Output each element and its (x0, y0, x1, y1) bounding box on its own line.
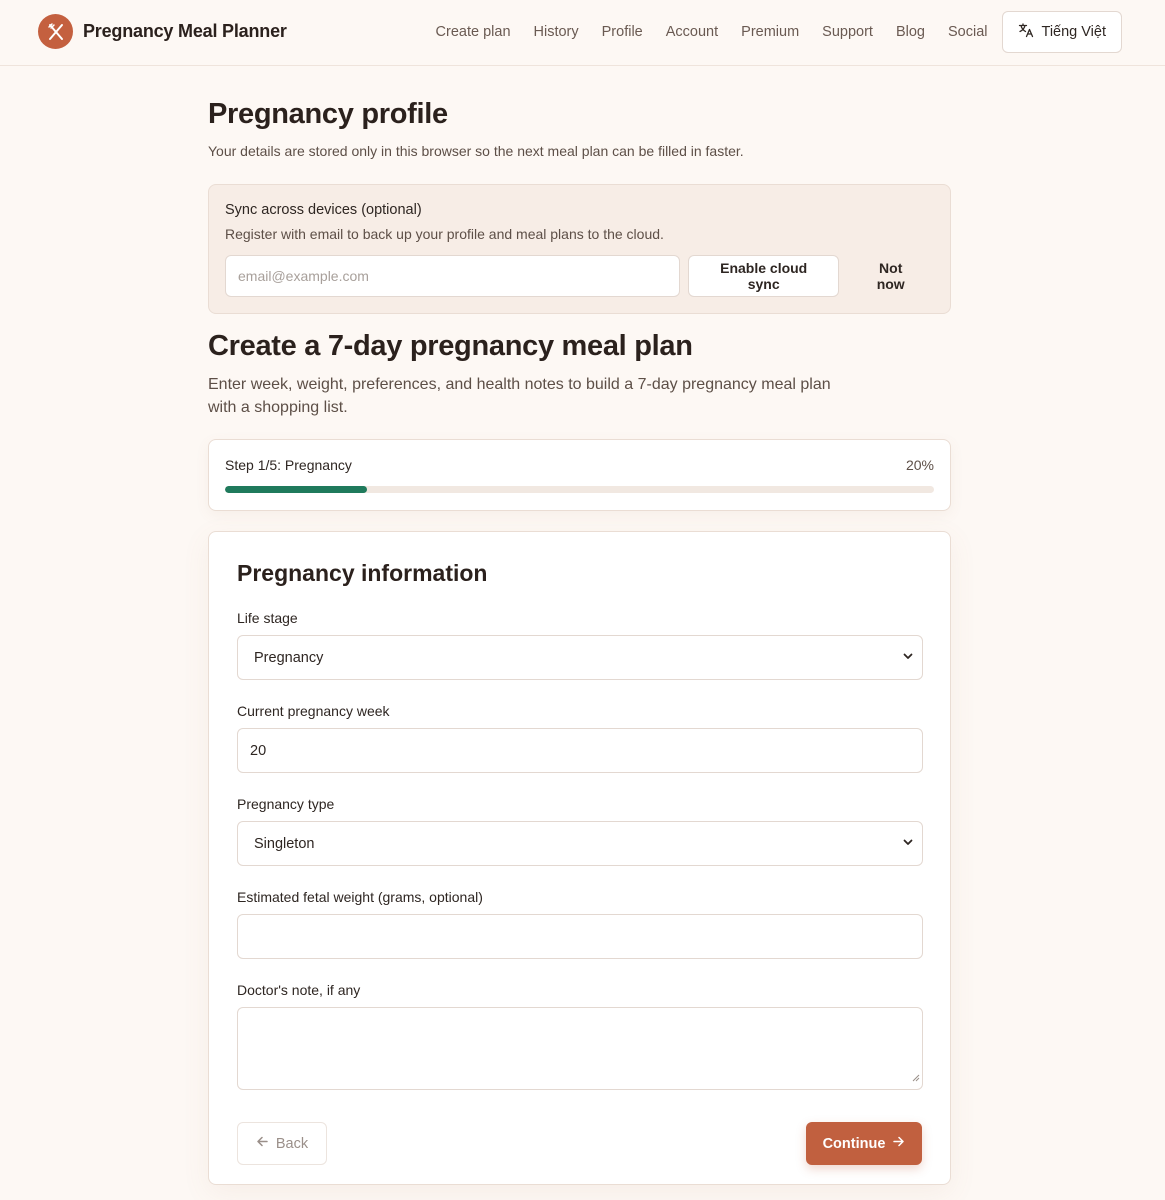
nav-account[interactable]: Account (666, 24, 718, 40)
doctor-note-textarea[interactable] (237, 1007, 923, 1090)
back-button[interactable]: Back (237, 1122, 327, 1165)
back-label: Back (275, 1135, 309, 1152)
brand-name: Pregnancy Meal Planner (83, 21, 287, 41)
life-stage-label: Life stage (237, 610, 298, 626)
life-stage-select[interactable]: Pregnancy (237, 635, 923, 680)
life-stage-value: Pregnancy (254, 649, 324, 666)
life-stage-field: Life stage Pregnancy (237, 610, 923, 680)
nav-premium[interactable]: Premium (741, 24, 799, 40)
top-navbar: Pregnancy Meal Planner Create plan Histo… (0, 0, 1165, 66)
progress-card: Step 1/5: Pregnancy 20% (208, 439, 951, 511)
not-now-button[interactable]: Not now (847, 255, 934, 297)
pregnancy-type-label: Pregnancy type (237, 796, 335, 812)
progress-fill (225, 486, 367, 493)
pregnancy-form-card: Pregnancy information Life stage Pregnan… (208, 531, 951, 1185)
enable-cloud-sync-button[interactable]: Enable cloud sync (687, 255, 840, 297)
profile-title: Pregnancy profile (208, 98, 448, 130)
form-title: Pregnancy information (237, 560, 488, 586)
pregnancy-type-select[interactable]: Singleton (237, 821, 923, 866)
brand[interactable]: Pregnancy Meal Planner (38, 14, 287, 49)
sync-description: Register with email to back up your prof… (225, 226, 664, 242)
pregnancy-type-field: Pregnancy type Singleton (237, 796, 923, 866)
progress-percent: 20% (905, 457, 934, 473)
continue-label: Continue (822, 1135, 886, 1152)
nav-social[interactable]: Social (948, 24, 988, 40)
translate-icon (1018, 22, 1034, 42)
nav-blog[interactable]: Blog (896, 24, 925, 40)
step-label: Step 1/5: Pregnancy (225, 457, 352, 473)
email-input[interactable] (225, 255, 680, 297)
plan-title: Create a 7-day pregnancy meal plan (208, 330, 693, 362)
doctor-note-field: Doctor's note, if any (237, 982, 923, 1090)
language-button[interactable]: Tiếng Việt (1001, 11, 1122, 53)
fork-knife-logo-icon (38, 14, 73, 49)
language-label: Tiếng Việt (1041, 24, 1107, 40)
arrow-right-icon (892, 1135, 905, 1152)
continue-button[interactable]: Continue (806, 1122, 922, 1165)
pregnancy-week-label: Current pregnancy week (237, 703, 390, 719)
main-content: Pregnancy profile Your details are store… (208, 66, 951, 1185)
nav-profile[interactable]: Profile (602, 24, 643, 40)
nav-create-plan[interactable]: Create plan (436, 24, 511, 40)
pregnancy-week-value: 20 (250, 742, 267, 759)
chevron-down-icon (902, 650, 914, 666)
profile-subtitle: Your details are stored only in this bro… (208, 143, 744, 159)
sync-form: Enable cloud sync Not now (225, 255, 934, 297)
nav-support[interactable]: Support (822, 24, 873, 40)
arrow-left-icon (256, 1135, 269, 1152)
cloud-sync-panel: Sync across devices (optional) Register … (208, 184, 951, 314)
pregnancy-type-value: Singleton (254, 835, 315, 852)
fetal-weight-input[interactable] (237, 914, 923, 959)
nav-history[interactable]: History (534, 24, 579, 40)
main-nav: Create plan History Profile Account Prem… (436, 11, 1122, 53)
resize-grip-icon[interactable] (911, 1069, 920, 1087)
plan-description: Enter week, weight, preferences, and hea… (208, 376, 831, 416)
fetal-weight-label: Estimated fetal weight (grams, optional) (237, 889, 483, 905)
form-actions: Back Continue (237, 1122, 922, 1165)
doctor-note-label: Doctor's note, if any (237, 982, 361, 998)
sync-title: Sync across devices (optional) (225, 202, 422, 218)
fetal-weight-field: Estimated fetal weight (grams, optional) (237, 889, 923, 959)
pregnancy-week-input[interactable]: 20 (237, 728, 923, 773)
pregnancy-week-field: Current pregnancy week 20 (237, 703, 923, 773)
progress-track (225, 486, 934, 493)
chevron-down-icon (902, 836, 914, 852)
